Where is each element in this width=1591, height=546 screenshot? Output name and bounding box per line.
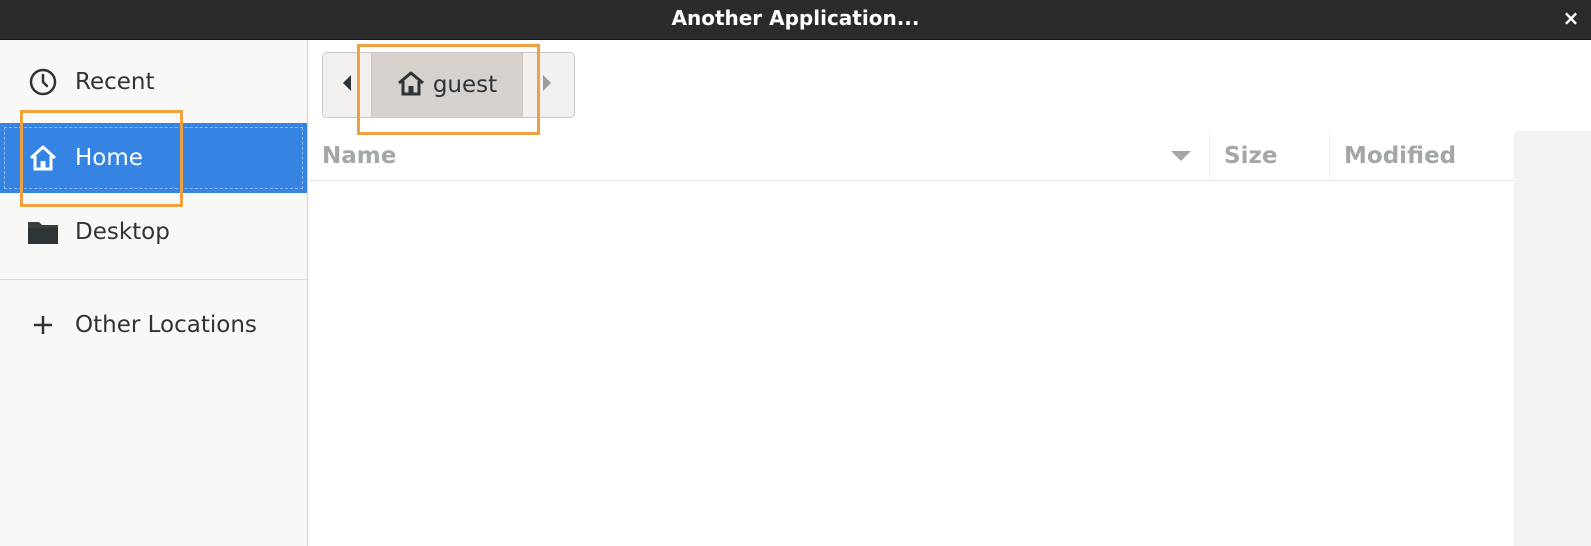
home-icon <box>27 142 59 174</box>
home-icon <box>397 70 425 100</box>
sidebar-item-home[interactable]: Home <box>0 123 307 193</box>
path-back-button[interactable] <box>323 53 371 117</box>
path-forward-button[interactable] <box>523 53 571 117</box>
sort-descending-icon <box>1171 151 1191 161</box>
column-header-size[interactable]: Size <box>1209 131 1329 181</box>
path-crumb-label: guest <box>432 72 498 98</box>
column-header-name[interactable]: Name <box>322 131 1202 181</box>
right-arrow-icon <box>541 74 553 96</box>
sidebar-item-recent[interactable]: Recent <box>0 47 307 117</box>
sidebar-item-label: Recent <box>75 69 155 95</box>
sidebar-item-desktop[interactable]: Desktop <box>0 197 307 267</box>
file-list-header: Name Size Modified <box>309 131 1514 181</box>
places-sidebar: Recent Home Desktop Other Locations <box>0 40 308 546</box>
sidebar-item-other-locations[interactable]: Other Locations <box>0 290 307 360</box>
close-button[interactable]: × <box>1559 6 1583 30</box>
scrollbar-gutter[interactable] <box>1514 131 1591 546</box>
folder-icon <box>27 216 59 248</box>
file-list[interactable] <box>309 182 1514 546</box>
path-bar: guest <box>322 52 575 118</box>
path-crumb-guest[interactable]: guest <box>371 53 523 117</box>
title-bar[interactable]: Another Application... × <box>0 0 1591 40</box>
left-arrow-icon <box>341 74 353 96</box>
sidebar-item-label: Desktop <box>75 219 170 245</box>
plus-icon <box>27 309 59 341</box>
column-header-modified[interactable]: Modified <box>1329 131 1514 181</box>
file-chooser-window: Another Application... × Recent Home Des… <box>0 0 1591 546</box>
window-title: Another Application... <box>671 6 920 30</box>
sidebar-item-label: Home <box>75 145 143 171</box>
main-pane: guest Name Size Modified <box>309 40 1591 546</box>
sidebar-separator <box>0 279 307 280</box>
sidebar-item-label: Other Locations <box>75 312 257 338</box>
clock-icon <box>27 66 59 98</box>
